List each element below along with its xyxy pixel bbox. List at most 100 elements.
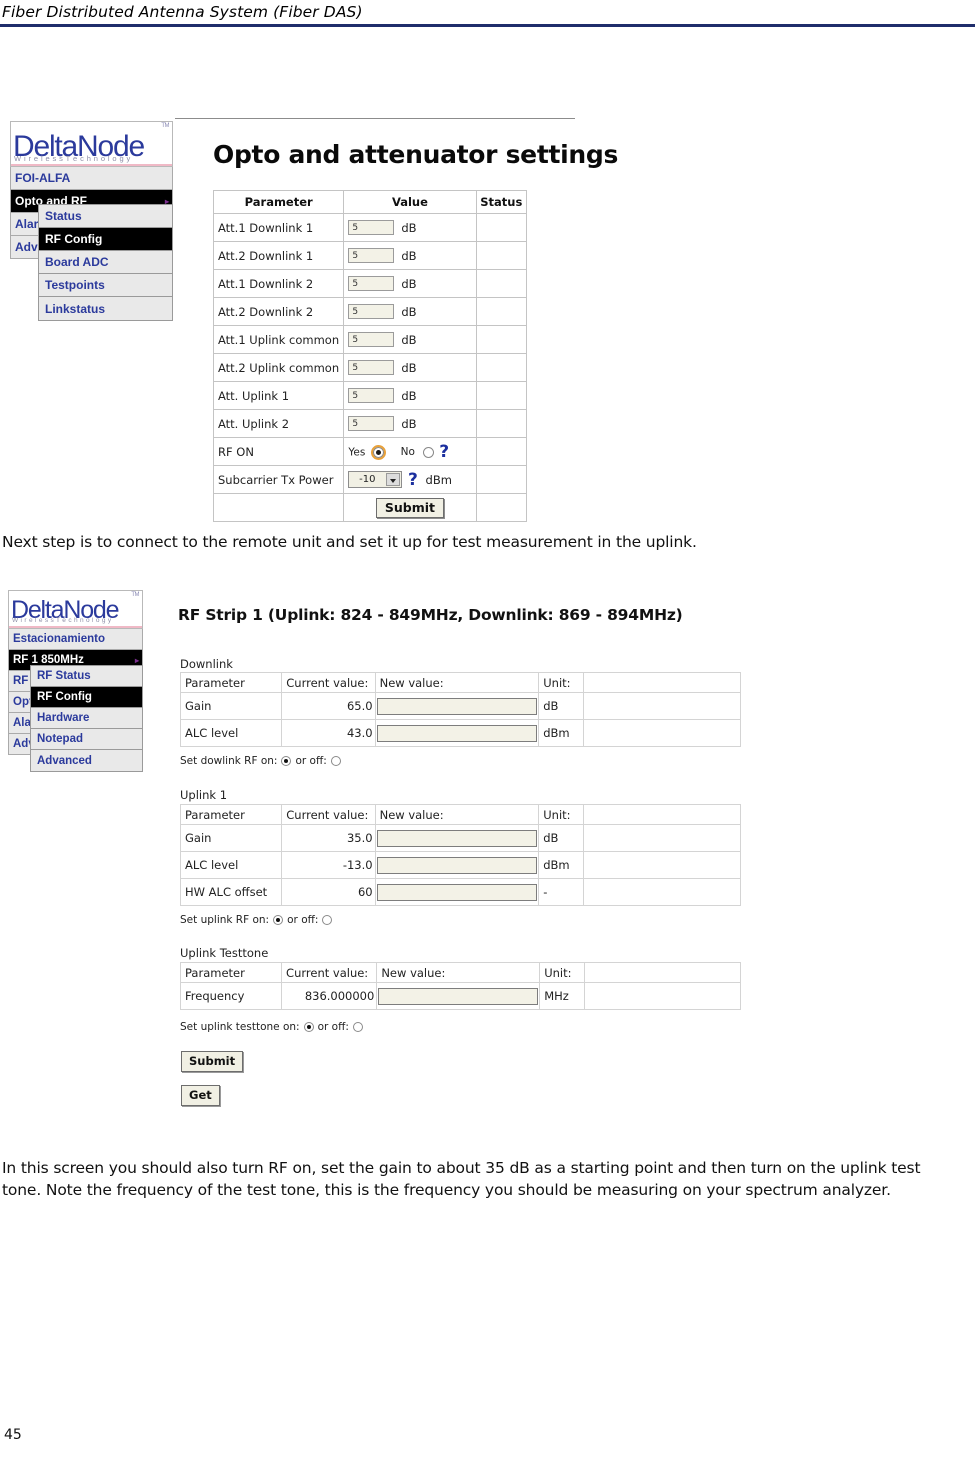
spacer-cell xyxy=(583,851,741,879)
new-value-input[interactable] xyxy=(376,856,538,874)
testtone-on-label: Set uplink testtone on: xyxy=(180,1021,300,1033)
help-question-icon[interactable]: ? xyxy=(439,444,449,461)
downlink-rf-toggle[interactable]: Set dowlink RF on: or off: xyxy=(180,755,341,767)
sidebar-item-foi-alfa[interactable]: FOI-ALFA xyxy=(10,167,173,190)
uplink1-table: Parameter Current value: New value: Unit… xyxy=(179,804,741,906)
section-label-uplink-testtone: Uplink Testtone xyxy=(180,946,269,960)
submit-button[interactable]: Submit xyxy=(375,497,445,518)
rf-on-yes-radio[interactable] xyxy=(370,444,386,460)
menu-item-testpoints[interactable]: Testpoints xyxy=(39,274,172,297)
parameter-label: Att. Uplink 1 xyxy=(212,381,345,410)
trademark-mark: TM xyxy=(161,123,169,129)
table-row: Att.1 Uplink common 5 dB xyxy=(212,325,528,354)
subcarrier-cell: -10 ? dBm xyxy=(343,465,477,494)
attenuation-input[interactable]: 5 xyxy=(348,332,395,347)
column-header-unit: Unit: xyxy=(538,804,585,825)
new-value-input[interactable] xyxy=(376,829,538,847)
unit-label: MHz xyxy=(539,982,586,1010)
menu-item-advanced[interactable]: Advanced xyxy=(31,750,142,771)
menu-item-label: Linkstatus xyxy=(45,301,106,316)
attenuation-input[interactable]: 5 xyxy=(348,220,395,235)
menu-item-rf-status[interactable]: RF Status xyxy=(31,666,142,687)
testtone-off-radio[interactable] xyxy=(352,1022,363,1032)
value-cell: 5 dB xyxy=(343,269,477,298)
deltanode-logo: TM DeltaNode W i r e l e s s T e c h n o… xyxy=(10,121,173,167)
attenuation-input[interactable]: 5 xyxy=(348,304,395,319)
uplink-rf-off-radio[interactable] xyxy=(322,915,333,925)
downlink-rf-off-radio[interactable] xyxy=(330,756,341,766)
menu-item-hardware[interactable]: Hardware xyxy=(31,708,142,729)
unit-label: dBm xyxy=(425,472,452,487)
new-value-cell xyxy=(376,982,541,1010)
menu-item-label: Board ADC xyxy=(45,255,109,269)
parameter-label: Att.2 Uplink common xyxy=(212,353,345,382)
table-row-submit: Submit xyxy=(212,493,528,522)
menu-item-board-adc[interactable]: Board ADC xyxy=(39,251,172,274)
parameter-label: Att. Uplink 2 xyxy=(212,409,345,438)
menu-item-rf-config[interactable]: RF Config xyxy=(31,687,142,708)
spacer-cell xyxy=(583,824,741,852)
status-cell xyxy=(475,409,528,438)
screenshot-top-rule xyxy=(175,118,575,119)
testtone-on-radio[interactable] xyxy=(303,1022,314,1032)
unit-label: dBm xyxy=(538,719,585,747)
table-row: Att.1 Downlink 1 5 dB xyxy=(212,213,528,242)
table-row: Att. Uplink 2 5 dB xyxy=(212,409,528,438)
downlink-rf-off-label: or off: xyxy=(295,755,327,767)
submit-button[interactable]: Submit xyxy=(181,1051,244,1072)
current-value: -13.0 xyxy=(281,851,376,879)
submit-cell: Submit xyxy=(343,493,477,522)
column-header-spacer xyxy=(584,962,741,983)
table-row: Att.2 Downlink 1 5 dB xyxy=(212,241,528,270)
table-header-row: Parameter Current value: New value: Unit… xyxy=(179,962,741,983)
menu-item-notepad[interactable]: Notepad xyxy=(31,729,142,750)
paragraph-rf-instructions: In this screen you should also turn RF o… xyxy=(2,1159,921,1199)
document-header: Fiber Distributed Antenna System (Fiber … xyxy=(0,0,975,27)
attenuation-input[interactable]: 5 xyxy=(348,360,395,375)
new-value-input[interactable] xyxy=(376,697,538,715)
column-header-new: New value: xyxy=(374,672,540,693)
testtone-toggle[interactable]: Set uplink testtone on: or off: xyxy=(180,1021,363,1033)
status-cell xyxy=(475,381,528,410)
uplink-rf-on-radio[interactable] xyxy=(273,915,284,925)
column-header-current: Current value: xyxy=(281,962,378,983)
table-header-row: Parameter Current value: New value: Unit… xyxy=(179,672,741,693)
new-value-input[interactable] xyxy=(376,883,538,901)
attenuation-input[interactable]: 5 xyxy=(348,388,395,403)
unit-label: dB xyxy=(538,824,585,852)
status-cell xyxy=(475,493,528,522)
value-cell: 5 dB xyxy=(343,297,477,326)
table-row: ALC level 43.0 dBm xyxy=(179,719,741,747)
help-question-icon[interactable]: ? xyxy=(408,471,418,488)
current-value: 60 xyxy=(281,878,376,906)
new-value-input[interactable] xyxy=(376,724,538,742)
unit-label: dB xyxy=(401,360,417,375)
new-value-input[interactable] xyxy=(378,987,539,1005)
parameter-label: Att.2 Downlink 2 xyxy=(212,297,345,326)
subcarrier-power-select[interactable]: -10 xyxy=(348,471,403,488)
table-row: Gain 65.0 dB xyxy=(179,692,741,720)
rf-on-no-radio[interactable] xyxy=(422,446,434,458)
attenuation-input[interactable]: 5 xyxy=(348,416,395,431)
get-button[interactable]: Get xyxy=(181,1085,220,1106)
unit-label: dB xyxy=(401,388,417,403)
downlink-rf-on-radio[interactable] xyxy=(281,756,292,766)
page-title: RF Strip 1 (Uplink: 824 - 849MHz, Downli… xyxy=(178,606,683,624)
attenuation-input[interactable]: 5 xyxy=(348,276,395,291)
sidebar-item-estacionamiento[interactable]: Estacionamiento xyxy=(8,629,143,650)
page-title: Opto and attenuator settings xyxy=(213,140,619,169)
flyout-menu-opto[interactable]: Status RF Config Board ADC Testpoints Li… xyxy=(38,204,173,321)
deltanode-logo: TM DeltaNode W i r e l e s s T e c h n o… xyxy=(8,590,143,629)
attenuation-input[interactable]: 5 xyxy=(348,248,395,263)
menu-item-status[interactable]: Status xyxy=(39,205,172,228)
menu-item-rf-config[interactable]: RF Config xyxy=(39,228,172,251)
unit-label: dB xyxy=(401,276,417,291)
current-value: 65.0 xyxy=(281,692,376,720)
uplink-rf-toggle[interactable]: Set uplink RF on: or off: xyxy=(180,914,333,926)
status-cell xyxy=(475,297,528,326)
page-number: 45 xyxy=(4,1427,22,1443)
flyout-menu-rfstrip[interactable]: RF Status RF Config Hardware Notepad Adv… xyxy=(30,665,143,772)
value-cell: 5 dB xyxy=(343,409,477,438)
menu-item-linkstatus[interactable]: Linkstatus xyxy=(39,297,172,320)
status-cell xyxy=(475,241,528,270)
